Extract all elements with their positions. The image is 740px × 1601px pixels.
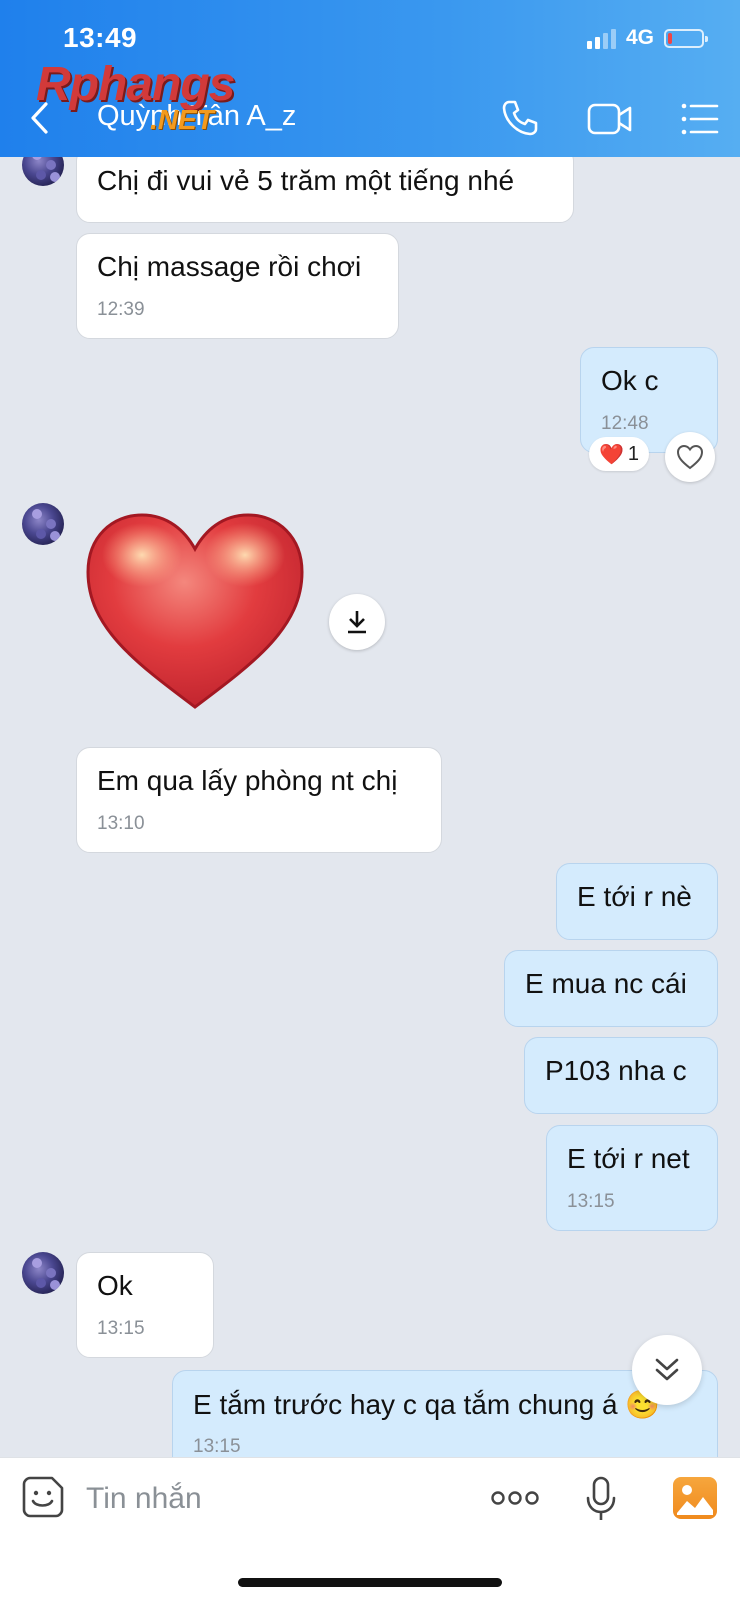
avatar[interactable] <box>22 1252 64 1294</box>
message-text: Em qua lấy phòng nt chị <box>97 765 398 796</box>
message-text: Ok <box>97 1270 133 1301</box>
signal-icon <box>586 27 616 49</box>
download-icon <box>348 611 366 634</box>
photo-icon[interactable] <box>673 1477 717 1519</box>
status-time: 13:49 <box>63 22 138 53</box>
heart-icon <box>676 444 704 470</box>
message-bubble-incoming[interactable]: Chị đi vui vẻ 5 trăm một tiếng nhé <box>76 157 574 223</box>
message-time: 13:10 <box>97 813 145 834</box>
microphone-icon[interactable] <box>585 1476 617 1522</box>
message-input[interactable] <box>84 1478 468 1520</box>
reaction-emoji: ❤️ <box>598 443 624 466</box>
download-button[interactable] <box>329 594 385 650</box>
message-text: E tắm trước hay c qa tắm chung á 😊 <box>193 1389 661 1420</box>
home-indicator <box>238 1578 502 1587</box>
list-menu-icon[interactable] <box>681 102 719 136</box>
message-text: E mua nc cái <box>525 968 687 999</box>
sticker-smile-icon[interactable] <box>22 1476 64 1518</box>
message-bubble-outgoing[interactable]: E tới r net 13:15 <box>546 1125 718 1231</box>
status-indicators: 4G <box>586 26 708 50</box>
photo-glyph <box>677 1485 713 1515</box>
message-bubble-incoming[interactable]: Ok 13:15 <box>76 1252 214 1358</box>
message-text: E tới r nè <box>577 881 692 912</box>
reaction-count: 1 <box>627 442 640 465</box>
message-text: P103 nha c <box>545 1055 687 1086</box>
network-type: 4G <box>625 26 654 49</box>
chat-area[interactable]: Chị đi vui vẻ 5 trăm một tiếng nhé Chị m… <box>0 157 740 1457</box>
scroll-to-bottom-button[interactable] <box>632 1335 702 1405</box>
watermark-suffix: .NET <box>150 104 214 135</box>
message-bubble-outgoing[interactable]: E tới r nè <box>556 863 718 940</box>
like-button[interactable] <box>665 432 715 482</box>
message-bubble-outgoing[interactable]: E mua nc cái <box>504 950 718 1027</box>
avatar[interactable] <box>22 503 64 545</box>
message-text: Chị đi vui vẻ 5 trăm một tiếng nhé <box>97 165 515 196</box>
message-text: Ok c <box>601 365 659 396</box>
battery-icon <box>664 28 708 48</box>
message-time: 12:39 <box>97 299 145 320</box>
reaction-badge[interactable]: ❤️ 1 <box>589 437 649 471</box>
heart-sticker[interactable] <box>80 507 310 717</box>
message-bubble-incoming[interactable]: Chị massage rồi chơi 12:39 <box>76 233 399 339</box>
double-chevron-down-icon <box>655 1358 679 1381</box>
message-time: 13:15 <box>193 1436 241 1457</box>
message-time: 12:48 <box>601 413 649 434</box>
message-bubble-outgoing[interactable]: P103 nha c <box>524 1037 718 1114</box>
message-time: 13:15 <box>567 1191 615 1212</box>
chat-header: 13:49 4G Quỳnh Tân A_z Rphangs .NET <box>0 0 740 157</box>
avatar[interactable] <box>22 157 64 186</box>
message-bubble-incoming[interactable]: Em qua lấy phòng nt chị 13:10 <box>76 747 442 853</box>
more-dots-icon[interactable] <box>490 1484 540 1512</box>
message-text: E tới r net <box>567 1143 690 1174</box>
video-camera-icon[interactable] <box>587 101 633 137</box>
phone-icon[interactable] <box>500 98 540 138</box>
message-text: Chị massage rồi chơi <box>97 251 362 282</box>
message-time: 13:15 <box>97 1318 145 1339</box>
